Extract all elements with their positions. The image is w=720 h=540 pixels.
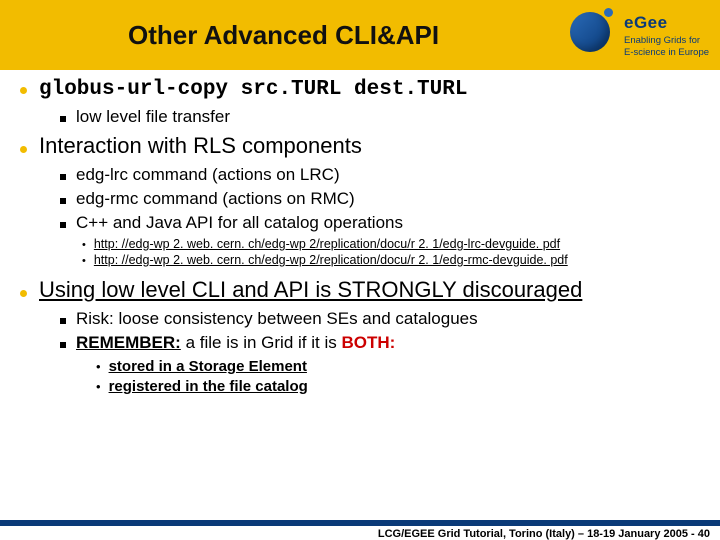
bullet-1-1: low level file transfer <box>76 107 230 127</box>
bullet-mini-dot-icon: • <box>82 240 86 251</box>
logo-brand: eGee <box>624 12 709 33</box>
egee-logo-text: eGee Enabling Grids for E-science in Eur… <box>624 12 709 59</box>
bullet-2-1: edg-lrc command (actions on LRC) <box>76 165 340 185</box>
slide-body: globus-url-copy src.TURL dest.TURL low l… <box>20 78 700 510</box>
bullet-3-1: Risk: loose consistency between SEs and … <box>76 309 478 329</box>
link-lrc-devguide[interactable]: http: //edg-wp 2. web. cern. ch/edg-wp 2… <box>94 237 560 251</box>
bullet-mini-dot-icon: • <box>96 380 101 393</box>
bullet-dot-icon <box>20 290 27 297</box>
bullet-dot-icon <box>20 87 27 94</box>
egee-logo: eGee Enabling Grids for E-science in Eur… <box>560 4 712 66</box>
bullet-3: Using low level CLI and API is STRONGLY … <box>39 277 582 303</box>
bullet-square-icon <box>60 222 66 228</box>
bullet-2-3: C++ and Java API for all catalog operati… <box>76 213 403 233</box>
bullet-mini-dot-icon: • <box>96 360 101 373</box>
bullet-mini-dot-icon: • <box>82 256 86 267</box>
footer-bar <box>0 520 720 526</box>
bullet-2: Interaction with RLS components <box>39 133 362 159</box>
bullet-3-2-2: registered in the file catalog <box>109 378 308 395</box>
bullet-square-icon <box>60 116 66 122</box>
link-rmc-devguide[interactable]: http: //edg-wp 2. web. cern. ch/edg-wp 2… <box>94 253 568 267</box>
bullet-square-icon <box>60 198 66 204</box>
bullet-2-2: edg-rmc command (actions on RMC) <box>76 189 355 209</box>
logo-tagline-1: Enabling Grids for <box>624 35 709 47</box>
bullet-3-2-1: stored in a Storage Element <box>109 358 307 375</box>
bullet-1: globus-url-copy src.TURL dest.TURL <box>39 78 467 101</box>
bullet-square-icon <box>60 342 66 348</box>
slide-title: Other Advanced CLI&API <box>128 20 439 51</box>
bullet-square-icon <box>60 174 66 180</box>
bullet-3-2: REMEMBER: a file is in Grid if it is BOT… <box>76 333 395 353</box>
footer-text: LCG/EGEE Grid Tutorial, Torino (Italy) –… <box>378 528 710 540</box>
egee-logo-graphic <box>560 8 618 62</box>
bullet-square-icon <box>60 318 66 324</box>
logo-tagline-2: E-science in Europe <box>624 47 709 59</box>
bullet-dot-icon <box>20 146 27 153</box>
